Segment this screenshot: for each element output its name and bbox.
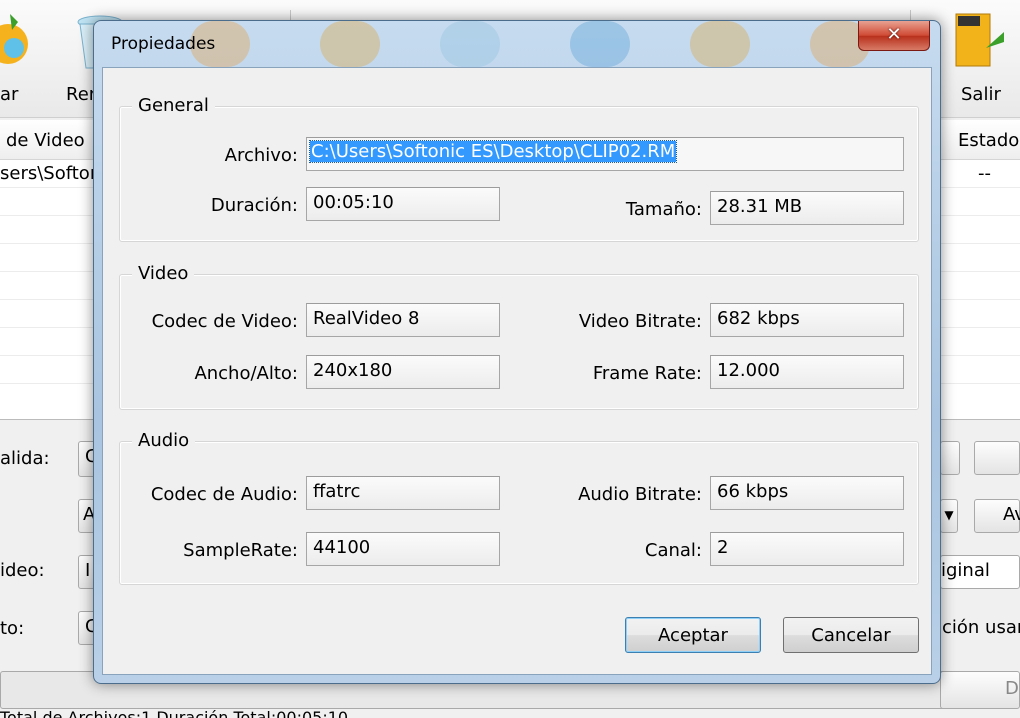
frame-rate-field[interactable]: 12.000 (710, 355, 904, 389)
toolbar-label: ar (0, 84, 19, 105)
dialog-title: Propiedades (111, 34, 216, 54)
file-path-field[interactable]: C:\Users\Softonic ES\Desktop\CLIP02.RM (306, 137, 904, 171)
channel-label: Canal: (644, 540, 702, 561)
output-label: alida: (0, 448, 50, 469)
status-bar: Total de Archivos:1 Duración Total:00:05… (0, 708, 349, 718)
duration-label: Duración: (210, 195, 298, 216)
option-text: ción usanc (942, 617, 1020, 638)
blurred-toolbar-icon (690, 21, 750, 67)
video-bitrate-field[interactable]: 682 kbps (710, 303, 904, 337)
general-group: General Archivo: C:\Users\Softonic ES\De… (119, 95, 919, 242)
video-bitrate-label: Video Bitrate: (578, 311, 702, 332)
size-label: Tamaño: (625, 199, 702, 220)
toolbar-button-add[interactable]: ar (0, 0, 40, 118)
video-group: Video Codec de Video: RealVideo 8 Video … (119, 263, 919, 410)
video-group-title: Video (132, 263, 195, 284)
size-dropdown[interactable]: iginal (940, 555, 1020, 589)
add-file-icon (0, 14, 28, 64)
dialog-content: General Archivo: C:\Users\Softonic ES\De… (102, 67, 932, 675)
toolbar-label: Rer (66, 84, 97, 105)
sample-rate-label: SampleRate: (183, 540, 298, 561)
audio-codec-field[interactable]: ffatrc (306, 476, 500, 510)
convert-button[interactable]: D (940, 671, 1020, 709)
blurred-toolbar-icon (320, 21, 380, 67)
frame-rate-label: Frame Rate: (592, 363, 702, 384)
close-icon: ✕ (886, 24, 902, 45)
audio-bitrate-field[interactable]: 66 kbps (710, 476, 904, 510)
column-header-status[interactable]: Estado (958, 130, 1019, 151)
list-item-status: -- (978, 163, 991, 184)
toolbar-label: Salir (961, 84, 1001, 105)
sample-rate-field[interactable]: 44100 (306, 532, 500, 566)
blurred-toolbar-icon (570, 21, 630, 67)
video-codec-field[interactable]: RealVideo 8 (306, 303, 500, 337)
video-codec-label: Codec de Video: (151, 311, 298, 332)
dimensions-label: Ancho/Alto: (194, 363, 298, 384)
cancel-button[interactable]: Cancelar (783, 617, 919, 653)
browse-button[interactable] (940, 441, 960, 475)
duration-field[interactable]: 00:05:10 (306, 187, 500, 221)
file-label: Archivo: (224, 145, 298, 166)
channel-field[interactable]: 2 (710, 532, 904, 566)
blurred-toolbar-icon (440, 21, 500, 67)
size-field[interactable]: 28.31 MB (710, 191, 904, 225)
audio-bitrate-label: Audio Bitrate: (578, 484, 702, 505)
dimensions-field[interactable]: 240x180 (306, 355, 500, 389)
general-group-title: General (132, 95, 215, 116)
toolbar-button-exit[interactable]: Salir (936, 0, 1016, 118)
audio-group-title: Audio (132, 430, 196, 451)
chevron-down-icon[interactable]: ▼ (940, 499, 958, 533)
advanced-button[interactable]: Av (974, 499, 1020, 533)
audio-codec-label: Codec de Audio: (150, 484, 298, 505)
list-item-source: sers\Softon (0, 163, 102, 184)
open-folder-button[interactable] (974, 441, 1020, 475)
audio-group: Audio Codec de Audio: ffatrc Audio Bitra… (119, 430, 919, 585)
ok-button[interactable]: Aceptar (625, 617, 761, 653)
close-button[interactable]: ✕ (858, 21, 930, 51)
column-header-video[interactable]: de Video (6, 130, 85, 151)
properties-dialog: Propiedades ✕ General Archivo: C:\Users\… (93, 20, 941, 684)
exit-door-icon (955, 13, 1004, 67)
file-path-value: C:\Users\Softonic ES\Desktop\CLIP02.RM (308, 140, 678, 163)
video-label: ideo: (0, 560, 45, 581)
audio-label: to: (0, 618, 25, 639)
